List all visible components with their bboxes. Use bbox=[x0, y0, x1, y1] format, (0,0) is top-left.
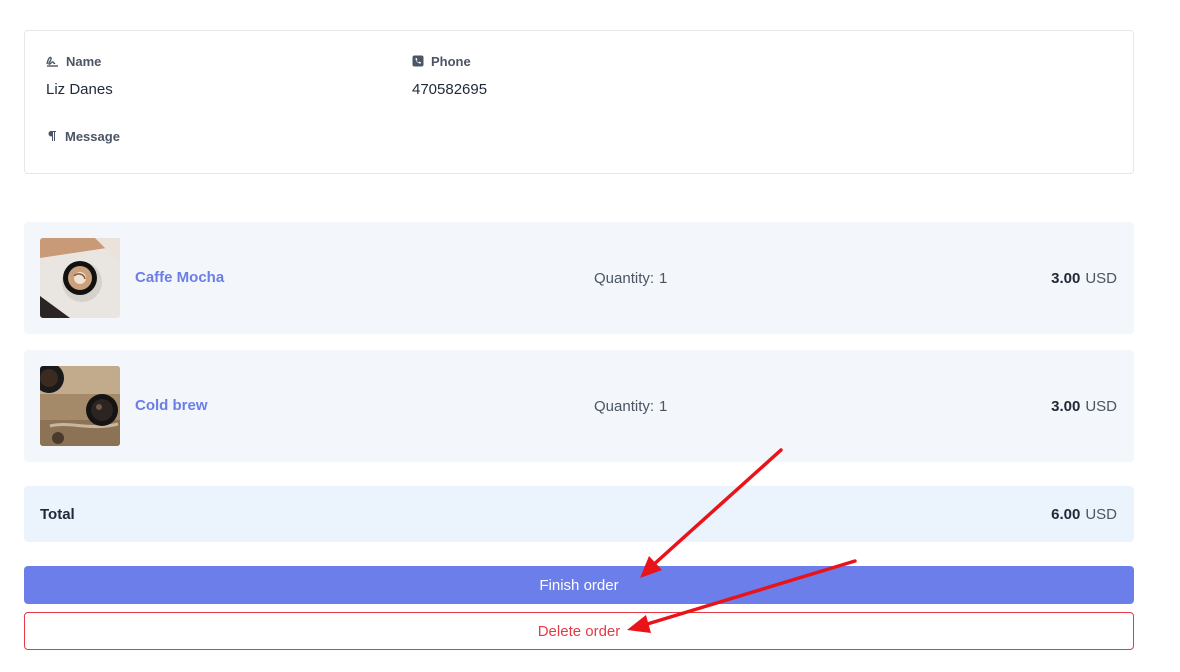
item-quantity: Quantity: 1 bbox=[594, 270, 667, 287]
order-item: Cold brew Quantity: 1 3.00 USD bbox=[24, 350, 1134, 462]
product-image bbox=[40, 366, 120, 446]
total-label: Total bbox=[40, 506, 75, 523]
order-total: Total 6.00 USD bbox=[24, 486, 1134, 542]
message-label: Message bbox=[65, 128, 120, 144]
item-price: 3.00 USD bbox=[1051, 270, 1117, 287]
quantity-value: 1 bbox=[659, 398, 668, 415]
price-currency: USD bbox=[1085, 398, 1117, 415]
delete-order-button[interactable]: Delete order bbox=[24, 612, 1134, 650]
quantity-value: 1 bbox=[659, 270, 668, 287]
name-value: Liz Danes bbox=[46, 81, 113, 98]
price-amount: 3.00 bbox=[1051, 398, 1081, 415]
product-image bbox=[40, 238, 120, 318]
customer-info-card: Name Liz Danes Phone 470582695 Message bbox=[24, 30, 1134, 174]
price-currency: USD bbox=[1085, 270, 1117, 287]
total-amount: 6.00 bbox=[1051, 506, 1081, 523]
paragraph-icon bbox=[46, 130, 58, 142]
quantity-label: Quantity: bbox=[594, 270, 655, 287]
order-item: Caffe Mocha Quantity: 1 3.00 USD bbox=[24, 222, 1134, 334]
signature-icon bbox=[46, 55, 59, 67]
item-price: 3.00 USD bbox=[1051, 398, 1117, 415]
quantity-label: Quantity: bbox=[594, 398, 655, 415]
message-field: Message bbox=[46, 128, 120, 156]
total-price: 6.00 USD bbox=[1051, 506, 1117, 523]
phone-label: Phone bbox=[431, 53, 471, 69]
product-link[interactable]: Caffe Mocha bbox=[135, 269, 224, 286]
item-quantity: Quantity: 1 bbox=[594, 398, 667, 415]
phone-value: 470582695 bbox=[412, 81, 488, 98]
name-field: Name Liz Danes bbox=[46, 53, 113, 99]
finish-order-button[interactable]: Finish order bbox=[24, 566, 1134, 604]
product-link[interactable]: Cold brew bbox=[135, 397, 208, 414]
total-currency: USD bbox=[1085, 506, 1117, 523]
phone-square-icon bbox=[412, 55, 424, 67]
name-label: Name bbox=[66, 53, 102, 69]
phone-field: Phone 470582695 bbox=[412, 53, 488, 99]
price-amount: 3.00 bbox=[1051, 270, 1081, 287]
